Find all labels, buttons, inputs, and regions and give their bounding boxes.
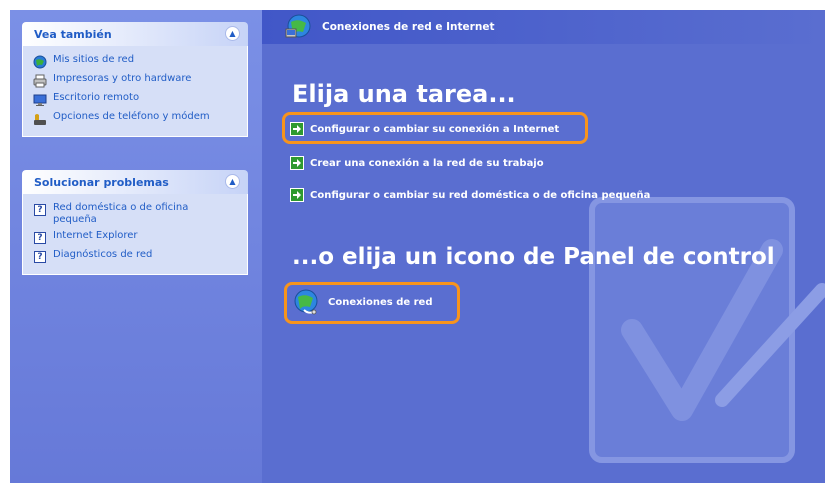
sidebar-item-phone-modem[interactable]: Opciones de teléfono y módem — [33, 111, 237, 126]
network-globe-icon — [285, 14, 311, 38]
task-label: Configurar o cambiar su conexión a Inter… — [310, 123, 560, 135]
chevron-up-icon: ▲ — [229, 176, 236, 186]
task-label: Configurar o cambiar su red doméstica o … — [310, 189, 651, 201]
task-label: Crear una conexión a la red de su trabaj… — [310, 157, 544, 169]
category-title: Conexiones de red e Internet — [322, 21, 495, 33]
printer-icon — [33, 74, 47, 88]
sidebar-item-label: Mis sitios de red — [53, 54, 135, 65]
help-icon: ? — [33, 250, 47, 264]
sidebar-item-label: Opciones de teléfono y módem — [53, 111, 210, 122]
green-arrow-icon — [290, 156, 304, 170]
troubleshoot-title: Solucionar problemas — [34, 175, 169, 189]
sidebar-item-label: Escritorio remoto — [53, 92, 140, 103]
phone-modem-icon — [33, 112, 47, 126]
pick-icon-heading: ...o elija un icono de Panel de control — [292, 244, 775, 270]
green-arrow-icon — [290, 122, 304, 136]
sidebar-item-label: Impresoras y otro hardware — [53, 73, 192, 84]
see-also-panel: Vea también ▲ Mis sitios de red Impresor… — [22, 22, 248, 137]
sidebar-item-printers-hardware[interactable]: Impresoras y otro hardware — [33, 73, 237, 88]
collapse-troubleshoot-button[interactable]: ▲ — [225, 174, 240, 189]
category-header: Conexiones de red e Internet — [262, 10, 825, 44]
network-connections-icon — [294, 289, 318, 315]
main-content: Conexiones de red e Internet Elija una t… — [262, 10, 825, 483]
see-also-body: Mis sitios de red Impresoras y otro hard… — [22, 46, 248, 137]
collapse-see-also-button[interactable]: ▲ — [225, 26, 240, 41]
troubleshoot-header[interactable]: Solucionar problemas ▲ — [22, 170, 248, 194]
green-arrow-icon — [290, 188, 304, 202]
see-also-header[interactable]: Vea también ▲ — [22, 22, 248, 46]
control-panel-window: Vea también ▲ Mis sitios de red Impresor… — [10, 10, 825, 483]
pick-task-heading: Elija una tarea... — [292, 80, 516, 108]
sidebar-item-home-network[interactable]: ? Red doméstica o de oficina pequeña — [33, 202, 237, 226]
control-panel-item-label: Conexiones de red — [328, 296, 433, 308]
sidebar-item-network-diagnostics[interactable]: ? Diagnósticos de red — [33, 249, 237, 264]
help-icon: ? — [33, 231, 47, 245]
task-setup-home-network[interactable]: Configurar o cambiar su red doméstica o … — [290, 188, 650, 202]
control-panel-network-connections[interactable]: Conexiones de red — [292, 288, 433, 316]
help-icon: ? — [33, 203, 47, 217]
task-pane: Vea también ▲ Mis sitios de red Impresor… — [10, 10, 262, 483]
sidebar-item-internet-explorer[interactable]: ? Internet Explorer — [33, 230, 237, 245]
task-create-work-connection[interactable]: Crear una conexión a la red de su trabaj… — [290, 156, 544, 170]
sidebar-item-label: Internet Explorer — [53, 230, 138, 241]
remote-desktop-icon — [33, 93, 47, 107]
sidebar-item-remote-desktop[interactable]: Escritorio remoto — [33, 92, 237, 107]
sidebar-item-label: Diagnósticos de red — [53, 249, 153, 260]
troubleshoot-body: ? Red doméstica o de oficina pequeña ? I… — [22, 194, 248, 275]
troubleshoot-panel: Solucionar problemas ▲ ? Red doméstica o… — [22, 170, 248, 275]
network-places-icon — [33, 55, 47, 69]
checklist-watermark-icon — [589, 197, 825, 463]
see-also-title: Vea también — [34, 27, 112, 41]
task-setup-internet-connection[interactable]: Configurar o cambiar su conexión a Inter… — [290, 122, 559, 136]
sidebar-item-network-places[interactable]: Mis sitios de red — [33, 54, 237, 69]
sidebar-item-label: Red doméstica o de oficina pequeña — [53, 202, 189, 225]
chevron-up-icon: ▲ — [229, 28, 236, 38]
